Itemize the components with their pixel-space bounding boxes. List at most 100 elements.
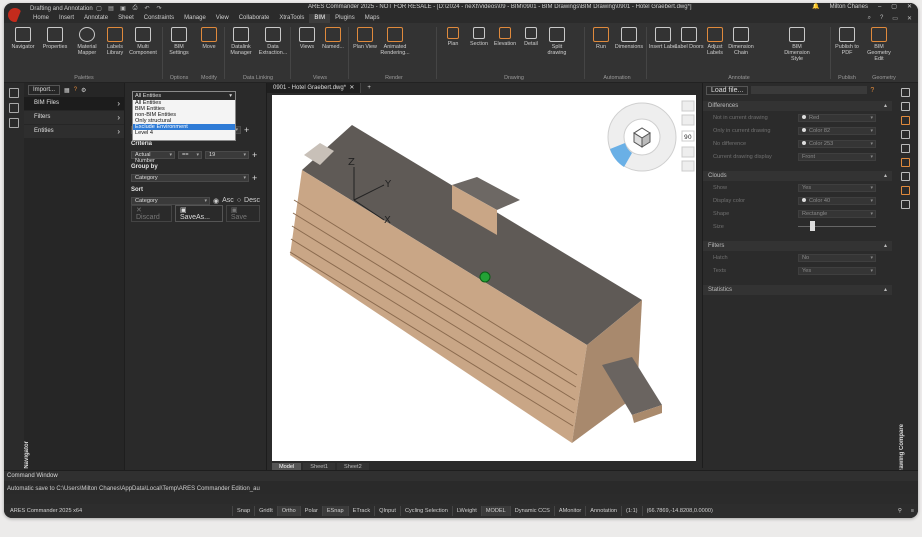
new-icon[interactable]: ▢ [94, 5, 104, 12]
dimension-chain-button[interactable]: Dimension Chain [726, 27, 756, 56]
status-toggle-cycling[interactable]: Cycling Selection [399, 506, 452, 516]
criteria-value-input[interactable]: 19 [205, 150, 249, 159]
prop-value-select[interactable]: Color 82 [798, 126, 876, 135]
prop-value-select[interactable]: Color 253 [798, 139, 876, 148]
run-button[interactable]: Run [586, 27, 616, 50]
book-icon[interactable] [9, 118, 19, 128]
material-mapper-button[interactable]: Material Mapper [72, 27, 102, 56]
status-toggle-etrack[interactable]: ETrack [347, 506, 375, 516]
criteria-field-select[interactable]: Actual Number [131, 150, 175, 164]
new-tab-icon[interactable]: + [361, 85, 371, 91]
help-icon[interactable]: ? [870, 87, 874, 94]
discard-button[interactable]: ✕ Discard [131, 205, 173, 222]
named-views-button[interactable]: Named... [318, 27, 348, 50]
menu-plugins[interactable]: Plugins [330, 14, 360, 23]
ares-logo[interactable] [4, 3, 28, 23]
status-toggle-gridit[interactable]: GridIt [254, 506, 277, 516]
user-name[interactable]: Milton Chanes [830, 4, 868, 10]
filters-section[interactable]: Filters [703, 241, 892, 251]
multi-component-button[interactable]: Multi Component [128, 27, 158, 56]
status-toggle-ortho[interactable]: Ortho [276, 506, 300, 516]
differences-section[interactable]: Differences [703, 101, 892, 111]
compare-icon[interactable] [900, 200, 910, 209]
save-button[interactable]: ▣ Save [225, 205, 260, 222]
menu-bim[interactable]: BIM [309, 14, 331, 23]
split-drawing-button[interactable]: Split drawing [542, 27, 572, 56]
desc-radio[interactable]: ○ [237, 197, 241, 204]
close-icon[interactable]: ✕ [907, 3, 912, 10]
library-icon[interactable] [900, 144, 910, 153]
menu-insert[interactable]: Insert [54, 14, 79, 23]
prop-value-select[interactable]: Yes [798, 266, 876, 275]
prop-value-select[interactable]: Yes [798, 183, 876, 192]
open-icon[interactable]: ▤ [106, 5, 116, 12]
search-icon[interactable]: ⌕ [868, 15, 871, 22]
size-slider[interactable] [798, 221, 876, 231]
clouds-section[interactable]: Clouds [703, 171, 892, 181]
asc-radio[interactable]: ◉ [213, 197, 219, 205]
add-criteria-icon[interactable]: + [252, 150, 257, 160]
status-toggle-polar[interactable]: Polar [299, 506, 322, 516]
status-toggle-snap[interactable]: Snap [232, 506, 254, 516]
menu-xtratools[interactable]: XtraTools [274, 14, 309, 23]
move-button[interactable]: Move [194, 27, 224, 50]
prop-value-select[interactable]: Red [798, 113, 876, 122]
prop-value-select[interactable]: Color 40 [798, 196, 876, 205]
status-toggle-model[interactable]: MODEL [480, 506, 510, 516]
help-icon[interactable]: ? [880, 15, 883, 22]
bell-icon[interactable]: 🔔 [812, 3, 819, 10]
filter-dropdown[interactable]: All Entities All Entities BIM Entities n… [132, 91, 236, 141]
dropdown-option[interactable]: Level 4 [133, 130, 235, 136]
import-button[interactable]: Import... [28, 85, 61, 95]
nav-item-filters[interactable]: Filters [24, 111, 124, 124]
maximize-icon[interactable]: ▢ [891, 3, 897, 10]
properties-icon[interactable] [900, 102, 910, 111]
labels-library-button[interactable]: Labels Library [100, 27, 130, 56]
status-toggle-lweight[interactable]: LWeight [451, 506, 481, 516]
bim-icon[interactable] [900, 158, 910, 167]
location-icon[interactable]: ⚲ [898, 508, 902, 514]
datalink-manager-button[interactable]: Datalink Manager [226, 27, 256, 56]
status-toggle-dynamic-ccs[interactable]: Dynamic CCS [509, 506, 554, 516]
prop-value-select[interactable]: Front [798, 152, 876, 161]
plan-view-button[interactable]: Plan View [350, 27, 380, 50]
menu-icon[interactable]: ≡ [911, 508, 914, 514]
blocks-icon[interactable] [900, 116, 910, 125]
save-icon[interactable]: ▣ [118, 5, 128, 12]
statistics-section[interactable]: Statistics [703, 285, 892, 295]
layers-icon[interactable] [9, 103, 19, 113]
bim-settings-button[interactable]: BIM Settings [164, 27, 194, 56]
menu-home[interactable]: Home [28, 14, 54, 23]
menu-collaborate[interactable]: Collaborate [234, 14, 275, 23]
help-icon[interactable]: ? [74, 87, 77, 93]
save-as-button[interactable]: ▣ SaveAs... [175, 205, 223, 222]
add-filter-icon[interactable]: + [244, 125, 249, 135]
bim-geometry-edit-button[interactable]: BIM Geometry Edit [864, 27, 894, 62]
criteria-operator-select[interactable]: == [178, 150, 202, 159]
add-group-icon[interactable]: + [252, 173, 257, 183]
sort-select[interactable]: Category [131, 196, 211, 205]
sheet-icon[interactable] [900, 172, 910, 181]
prop-value-select[interactable]: Rectangle [798, 209, 876, 218]
compare-file-input[interactable] [751, 86, 868, 94]
menu-annotate[interactable]: Annotate [79, 14, 113, 23]
redo-icon[interactable]: ↷ [154, 5, 164, 12]
menu-view[interactable]: View [211, 14, 234, 23]
minimize-icon[interactable]: – [878, 4, 881, 10]
print-icon[interactable]: ⎙ [130, 5, 140, 12]
annotation-scale-select[interactable]: Annotation [585, 506, 621, 516]
layers-icon[interactable] [900, 88, 910, 97]
group-by-select[interactable]: Category [131, 173, 249, 182]
menu-manage[interactable]: Manage [179, 14, 211, 23]
nav-item-bim-files[interactable]: BIM Files [24, 97, 124, 110]
status-toggle-esnap[interactable]: ESnap [321, 506, 348, 516]
status-toggle-amonitor[interactable]: AMonitor [553, 506, 585, 516]
model-canvas[interactable]: Z Y X 90 [272, 95, 696, 461]
filter-icon[interactable]: ▦ [64, 87, 70, 94]
workspace-selector[interactable]: Drafting and Annotation [30, 6, 94, 12]
filter-dropdown-selected[interactable]: All Entities [133, 92, 235, 100]
undo-icon[interactable]: ↶ [142, 5, 152, 12]
document-tab[interactable]: 0901 - Hotel Graebert.dwg* ✕ [267, 83, 362, 93]
load-file-button[interactable]: Load file... [706, 85, 749, 95]
status-toggle-qinput[interactable]: QInput [374, 506, 400, 516]
